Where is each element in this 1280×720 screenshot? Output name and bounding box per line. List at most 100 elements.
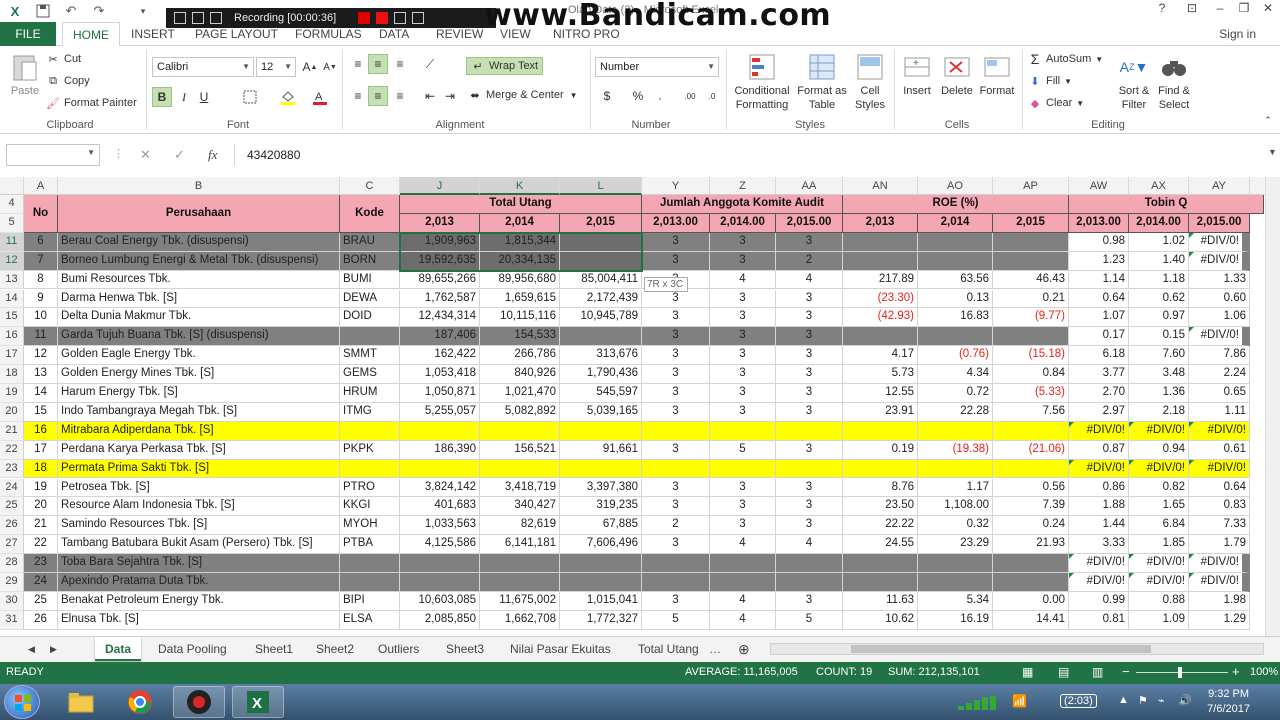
table-cell[interactable]: HRUM <box>340 384 400 403</box>
font-name-combo[interactable]: Calibri ▼ <box>152 57 254 77</box>
table-cell[interactable]: 1,662,708 <box>480 610 560 630</box>
column-header-aa[interactable]: AA <box>776 177 843 195</box>
table-cell[interactable] <box>480 459 560 479</box>
table-cell[interactable]: 1.79 <box>1189 535 1250 555</box>
page-layout-view-icon[interactable]: ▤ <box>1058 665 1069 679</box>
align-bottom-icon[interactable]: ≡ <box>390 54 410 74</box>
find-select-button[interactable]: Find & Select <box>1154 52 1194 112</box>
paste-button[interactable]: Paste <box>6 52 44 98</box>
orientation-icon[interactable]: ⟋ <box>420 54 440 74</box>
table-cell[interactable]: 3,824,142 <box>400 478 480 498</box>
table-cell[interactable]: 21.93 <box>993 535 1069 555</box>
table-cell[interactable]: 16.19 <box>918 610 993 630</box>
table-cell[interactable]: MYOH <box>340 516 400 536</box>
table-cell[interactable] <box>918 459 993 479</box>
table-cell[interactable]: BRAU <box>340 232 400 252</box>
table-cell[interactable]: 0.56 <box>993 478 1069 498</box>
table-cell[interactable]: 16.83 <box>918 308 993 328</box>
confirm-entry-icon[interactable]: ✓ <box>174 147 185 163</box>
bold-icon[interactable]: B <box>152 87 172 107</box>
table-cell[interactable]: 3 <box>710 346 776 366</box>
table-cell[interactable]: 25 <box>24 591 58 611</box>
table-cell[interactable]: 3.33 <box>1069 535 1129 555</box>
table-cell[interactable] <box>918 421 993 441</box>
table-cell[interactable]: 10.62 <box>843 610 918 630</box>
table-cell[interactable]: 3 <box>776 516 843 536</box>
table-cell[interactable]: 0.13 <box>918 289 993 309</box>
increase-decimal-icon[interactable]: .00 <box>680 86 700 106</box>
table-cell[interactable]: 22.28 <box>918 402 993 422</box>
table-cell[interactable]: 6 <box>24 232 58 252</box>
table-cell[interactable]: 4 <box>710 610 776 630</box>
table-cell[interactable]: 23.29 <box>918 535 993 555</box>
pen-icon[interactable] <box>412 12 425 24</box>
table-cell[interactable]: 0.19 <box>843 440 918 460</box>
action-center-icon[interactable]: ⚑ <box>1138 694 1148 707</box>
table-cell[interactable]: 1,909,963 <box>400 232 480 252</box>
sign-in-link[interactable]: Sign in <box>1219 27 1256 41</box>
table-cell[interactable] <box>480 554 560 573</box>
table-cell[interactable] <box>843 573 918 592</box>
row-header[interactable]: 28 <box>0 554 24 573</box>
column-header-z[interactable]: Z <box>710 177 776 195</box>
table-cell[interactable]: 4 <box>710 535 776 555</box>
row-header[interactable]: 22 <box>0 440 24 460</box>
table-cell[interactable]: 20 <box>24 497 58 517</box>
row-header[interactable]: 19 <box>0 384 24 403</box>
table-cell[interactable]: 22.22 <box>843 516 918 536</box>
header-year[interactable]: 2,015.00 <box>1189 213 1250 233</box>
worksheet-grid[interactable]: A B C J K L Y Z AA AN AO AP AW AX AY 4 5 No Perusahaan Kod… <box>0 177 1280 636</box>
table-cell[interactable] <box>776 554 843 573</box>
table-cell[interactable]: ELSA <box>340 610 400 630</box>
table-cell[interactable]: 5,255,057 <box>400 402 480 422</box>
table-cell[interactable]: 0.97 <box>1129 308 1189 328</box>
table-cell[interactable]: 1.02 <box>1129 232 1189 252</box>
sheet-tab-sheet3[interactable]: Sheet3 <box>436 637 494 661</box>
table-cell[interactable] <box>480 421 560 441</box>
table-cell[interactable]: 5.34 <box>918 591 993 611</box>
table-cell[interactable]: 10,603,085 <box>400 591 480 611</box>
table-cell[interactable]: 1.06 <box>1189 308 1250 328</box>
table-cell[interactable]: 3 <box>710 516 776 536</box>
table-cell[interactable]: 1,050,871 <box>400 384 480 403</box>
font-color-icon[interactable]: A <box>310 87 330 107</box>
table-cell[interactable] <box>642 421 710 441</box>
table-cell[interactable]: 7.86 <box>1189 346 1250 366</box>
table-cell[interactable]: Darma Henwa Tbk. [S] <box>58 289 340 309</box>
table-cell[interactable] <box>400 573 480 592</box>
header-kode[interactable]: Kode <box>340 195 400 233</box>
header-year[interactable]: 2,014 <box>480 213 560 233</box>
name-box[interactable]: ▼ <box>6 144 100 166</box>
table-cell[interactable] <box>340 459 400 479</box>
table-cell[interactable]: 1,021,470 <box>480 384 560 403</box>
header-year[interactable]: 2,015.00 <box>776 213 843 233</box>
header-perusahaan[interactable]: Perusahaan <box>58 195 340 233</box>
table-cell[interactable]: Berau Coal Energy Tbk. (disuspensi) <box>58 232 340 252</box>
table-cell[interactable]: Garda Tujuh Buana Tbk. [S] (disuspensi) <box>58 327 340 347</box>
table-cell[interactable]: 266,786 <box>480 346 560 366</box>
pause-record-icon[interactable] <box>358 12 371 24</box>
wrap-text-button[interactable]: ↵ Wrap Text <box>466 57 544 75</box>
formula-input[interactable]: 43420880 <box>234 144 1264 166</box>
ribbon-display-icon[interactable]: ⊡ <box>1180 1 1204 19</box>
taskbar-clock[interactable]: 9:32 PM 7/6/2017 <box>1207 687 1250 717</box>
stop-record-icon[interactable] <box>376 12 389 24</box>
table-cell[interactable] <box>560 327 642 347</box>
table-cell[interactable]: 3 <box>710 402 776 422</box>
sheet-tab-sheet1[interactable]: Sheet1 <box>245 637 303 661</box>
table-cell[interactable]: 0.61 <box>1189 440 1250 460</box>
table-cell[interactable]: 5 <box>710 440 776 460</box>
table-cell[interactable]: (21.06) <box>993 440 1069 460</box>
table-cell[interactable]: 3 <box>776 346 843 366</box>
table-cell[interactable]: 10,945,789 <box>560 308 642 328</box>
excel-taskbar-icon[interactable]: X <box>232 686 284 718</box>
table-cell[interactable] <box>560 421 642 441</box>
table-cell[interactable]: 15 <box>24 402 58 422</box>
cancel-entry-icon[interactable]: ✕ <box>140 147 151 163</box>
table-cell[interactable]: 1.17 <box>918 478 993 498</box>
battery-status[interactable]: (2:03) <box>1060 694 1097 708</box>
column-header-b[interactable]: B <box>58 177 340 195</box>
table-cell[interactable]: 156,521 <box>480 440 560 460</box>
table-cell[interactable]: 0.15 <box>1129 327 1189 347</box>
table-cell[interactable]: 18 <box>24 459 58 479</box>
